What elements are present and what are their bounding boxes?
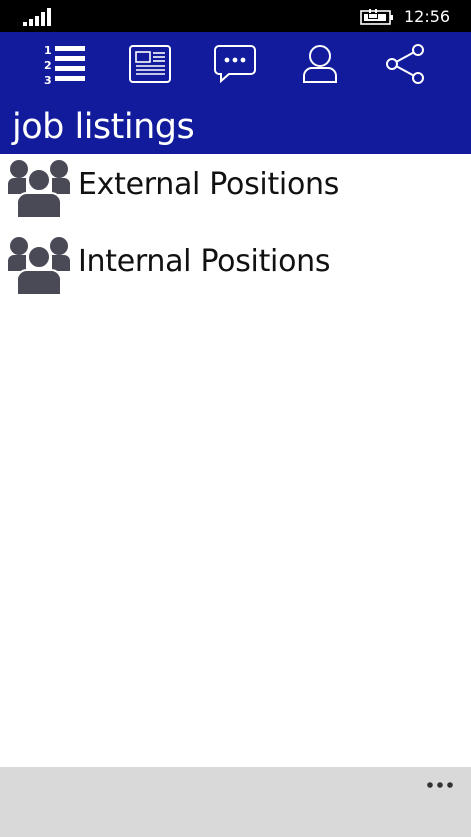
people-group-icon: [8, 237, 70, 295]
list-item-label: Internal Positions: [78, 244, 331, 279]
page-title: job listings: [12, 107, 195, 147]
chat-bubble-icon[interactable]: [213, 42, 257, 86]
list-item-label: External Positions: [78, 167, 340, 202]
person-icon[interactable]: [298, 42, 342, 86]
numbered-list-icon[interactable]: 1 2 3: [42, 42, 86, 86]
list-item-internal-positions[interactable]: Internal Positions: [0, 231, 471, 305]
share-icon[interactable]: [384, 42, 428, 86]
svg-text:1: 1: [44, 44, 52, 57]
svg-text:3: 3: [44, 74, 52, 86]
signal-bars-icon: [23, 8, 51, 26]
ellipsis-icon[interactable]: [423, 775, 457, 795]
header: 1 2 3 job listings: [0, 32, 471, 154]
people-group-icon: [8, 160, 70, 218]
clock: 12:56: [404, 7, 451, 26]
battery-charging-icon: [360, 9, 393, 25]
app-bar: [0, 767, 471, 837]
newspaper-icon[interactable]: [128, 42, 172, 86]
status-bar: 12:56: [0, 0, 471, 32]
svg-text:2: 2: [44, 59, 52, 72]
list-item-external-positions[interactable]: External Positions: [0, 154, 471, 228]
